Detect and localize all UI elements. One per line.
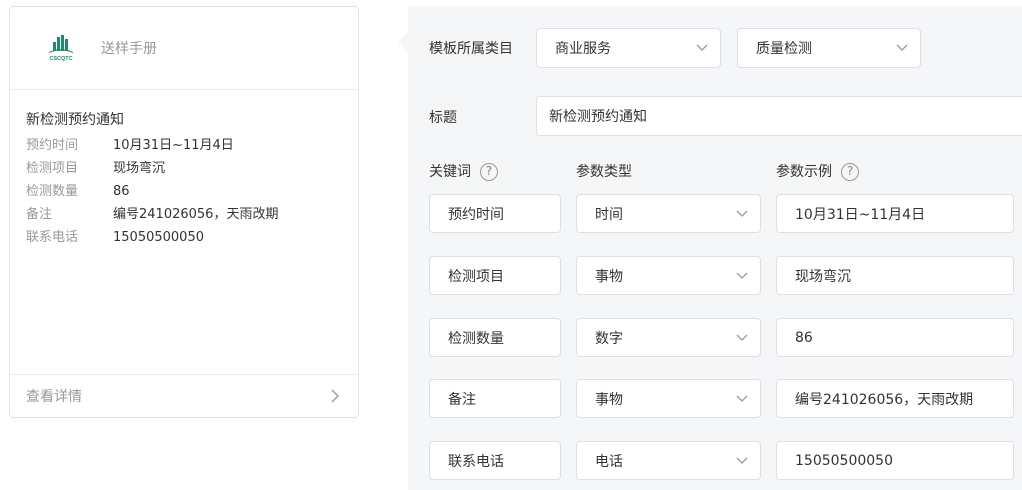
param-type-header: 参数类型: [576, 164, 632, 180]
param-type-select[interactable]: 电话: [576, 441, 761, 480]
param-keyword-value: 检测数量: [448, 330, 504, 347]
param-example-header-text: 参数示例: [776, 164, 832, 180]
card-row: 检测数量 86: [26, 180, 342, 203]
param-type-value: 事物: [595, 268, 623, 285]
param-type-select[interactable]: 数字: [576, 318, 761, 357]
chevron-down-icon: [736, 334, 748, 341]
param-keyword-input[interactable]: 检测项目: [429, 256, 561, 295]
param-example-header: 参数示例?: [776, 161, 859, 181]
param-type-value: 时间: [595, 206, 623, 223]
param-type-select[interactable]: 时间: [576, 194, 761, 233]
param-keyword-value: 备注: [448, 391, 476, 408]
param-keyword-value: 预约时间: [448, 206, 504, 223]
param-keyword-value: 联系电话: [448, 453, 504, 470]
card-row: 预约时间 10月31日~11月4日: [26, 134, 342, 157]
card-row: 检测项目 现场弯沉: [26, 157, 342, 180]
keyword-help-icon[interactable]: ?: [480, 163, 498, 181]
category-primary-value: 商业服务: [555, 41, 611, 57]
chevron-down-icon: [896, 44, 908, 51]
template-form-panel: 模板所属类目 商业服务 质量检测 标题 新检测预约通知 关键词? 参数类型 参数…: [408, 6, 1022, 490]
chevron-right-icon: [331, 389, 340, 403]
message-preview-card: CSCQTC 送样手册 新检测预约通知 预约时间 10月31日~11月4日 检测…: [9, 6, 359, 418]
param-example-input[interactable]: 15050500050: [776, 441, 1014, 480]
title-input-value: 新检测预约通知: [549, 109, 647, 125]
card-row-value: 15050500050: [113, 230, 204, 245]
param-example-help-icon[interactable]: ?: [841, 163, 859, 181]
view-details-label: 查看详情: [26, 389, 82, 405]
card-row-value: 10月31日~11月4日: [113, 138, 234, 153]
keyword-header-text: 关键词: [429, 164, 471, 180]
param-example-value: 86: [795, 329, 813, 346]
category-label: 模板所属类目: [429, 41, 513, 57]
card-row-value: 现场弯沉: [113, 161, 166, 176]
chevron-down-icon: [736, 457, 748, 464]
param-example-input[interactable]: 10月31日~11月4日: [776, 194, 1014, 233]
param-keyword-input[interactable]: 联系电话: [429, 441, 561, 480]
logo-text: CSCQTC: [49, 56, 72, 62]
param-type-select[interactable]: 事物: [576, 256, 761, 295]
panel-pointer-arrow: [398, 32, 408, 52]
card-row-key: 检测项目: [26, 161, 79, 176]
param-keyword-value: 检测项目: [448, 268, 504, 285]
title-input[interactable]: 新检测预约通知: [536, 96, 1022, 136]
param-example-input[interactable]: 86: [776, 318, 1014, 357]
category-secondary-select[interactable]: 质量检测: [737, 28, 921, 68]
param-example-value: 15050500050: [795, 452, 893, 469]
card-row-key: 预约时间: [26, 138, 79, 153]
keyword-header: 关键词?: [429, 161, 498, 181]
card-brand-name: 送样手册: [101, 41, 157, 57]
param-example-value: 10月31日~11月4日: [795, 206, 926, 223]
chevron-down-icon: [736, 210, 748, 217]
card-title: 新检测预约通知: [26, 112, 124, 128]
param-type-value: 电话: [595, 453, 623, 470]
param-keyword-input[interactable]: 备注: [429, 379, 561, 418]
chevron-down-icon: [736, 272, 748, 279]
param-example-value: 现场弯沉: [795, 268, 851, 285]
card-row-key: 备注: [26, 207, 53, 222]
param-type-value: 数字: [595, 330, 623, 347]
param-keyword-input[interactable]: 预约时间: [429, 194, 561, 233]
param-example-input[interactable]: 现场弯沉: [776, 256, 1014, 295]
param-type-value: 事物: [595, 391, 623, 408]
card-row-value: 编号241026056，天雨改期: [113, 207, 279, 222]
company-logo-icon: CSCQTC: [49, 35, 73, 62]
card-body: 新检测预约通知 预约时间 10月31日~11月4日 检测项目 现场弯沉 检测数量…: [10, 90, 358, 249]
title-label: 标题: [429, 110, 457, 126]
param-keyword-input[interactable]: 检测数量: [429, 318, 561, 357]
chevron-down-icon: [696, 44, 708, 51]
category-secondary-value: 质量检测: [756, 41, 812, 57]
param-example-input[interactable]: 编号241026056，天雨改期: [776, 379, 1014, 418]
card-row: 联系电话 15050500050: [26, 226, 342, 249]
card-row-key: 联系电话: [26, 230, 79, 245]
card-row-value: 86: [113, 184, 130, 199]
card-header: CSCQTC 送样手册: [10, 7, 358, 90]
card-row-key: 检测数量: [26, 184, 79, 199]
param-example-value: 编号241026056，天雨改期: [795, 391, 974, 408]
chevron-down-icon: [736, 395, 748, 402]
card-row: 备注 编号241026056，天雨改期: [26, 203, 342, 226]
view-details-link[interactable]: 查看详情: [10, 374, 358, 417]
param-type-select[interactable]: 事物: [576, 379, 761, 418]
category-primary-select[interactable]: 商业服务: [536, 28, 721, 68]
